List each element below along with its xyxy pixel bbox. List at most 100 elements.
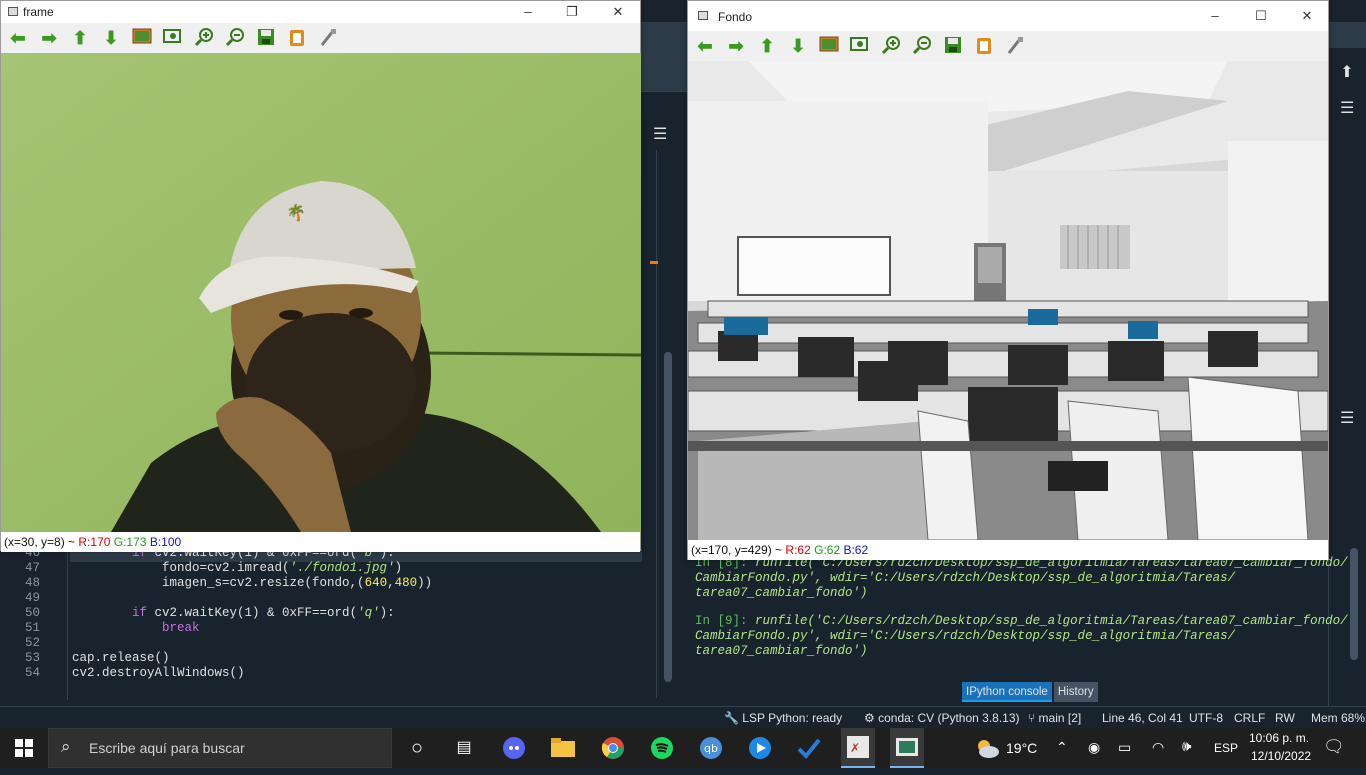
task-view-icon[interactable]: ○ <box>400 728 434 768</box>
svg-text:✗: ✗ <box>850 741 860 755</box>
console-line: CambiarFondo.py', wdir='C:/Users/rdzch/D… <box>695 629 1236 643</box>
line-number: 53 <box>24 651 40 665</box>
save-icon[interactable] <box>255 27 277 49</box>
chevron-up-icon[interactable]: ⌃ <box>1056 739 1068 756</box>
window-icon <box>8 7 18 16</box>
line-number: 51 <box>24 621 40 635</box>
code-editor[interactable]: 46 if cv2.waitKey(1) & 0xFF==ord('b'): 47… <box>0 546 644 700</box>
warning-marker <box>650 261 658 264</box>
copy-icon[interactable] <box>973 35 995 57</box>
clock-date[interactable]: 12/10/2022 <box>1251 749 1311 763</box>
volume-icon[interactable]: 🕪 <box>1182 738 1191 755</box>
tab-ipython-console[interactable]: IPython console <box>962 682 1052 702</box>
discord-icon[interactable] <box>497 728 531 768</box>
code-line[interactable]: if cv2.waitKey(1) & 0xFF==ord('q'): <box>72 606 395 621</box>
notification-icon[interactable]: 🗨 <box>1323 737 1345 757</box>
opencv-window-taskbar-icon[interactable] <box>890 728 924 768</box>
fondo-titlebar[interactable]: Fondo – ☐ ✕ <box>688 1 1328 31</box>
code-line[interactable]: cap.release() <box>72 651 170 666</box>
todo-icon[interactable] <box>792 728 826 768</box>
svg-text:qb: qb <box>704 742 718 755</box>
zoom-in-icon[interactable] <box>880 35 902 57</box>
weather-temp[interactable]: 19°C <box>1006 740 1037 756</box>
properties-icon[interactable] <box>1004 35 1026 57</box>
zoom-fit-icon[interactable] <box>849 35 871 57</box>
fondo-status-bar: (x=170, y=429) ~ R:62 G:62 B:62 <box>688 540 1328 560</box>
frame-titlebar[interactable]: frame – ❐ ✕ <box>1 1 640 23</box>
clock-time[interactable]: 10:06 p. m. <box>1249 731 1309 745</box>
zoom-fit-icon[interactable] <box>162 27 184 49</box>
copy-icon[interactable] <box>286 27 308 49</box>
properties-icon[interactable] <box>317 27 339 49</box>
save-icon[interactable] <box>942 35 964 57</box>
battery-icon[interactable]: ▭ <box>1118 739 1131 756</box>
editor-scroll-thumb[interactable] <box>664 352 672 682</box>
search-icon: ⌕ <box>61 737 71 756</box>
windows-taskbar: ⌕ Escribe aquí para buscar ○ ▤ qb ✗ 19°C… <box>0 728 1366 768</box>
fondo-toolbar: ⬅ ➡ ⬆ ⬇ <box>688 31 1328 61</box>
console-scroll-thumb[interactable] <box>1350 548 1358 660</box>
arrow-left-icon[interactable]: ⬅ <box>7 27 29 49</box>
language-indicator[interactable]: ESP <box>1214 741 1238 755</box>
console-menu-icon[interactable]: ☰ <box>1340 408 1354 428</box>
maximize-button[interactable]: ☐ <box>1238 5 1284 27</box>
image-icon[interactable] <box>818 35 840 57</box>
arrow-down-icon[interactable]: ⬇ <box>100 27 122 49</box>
search-placeholder: Escribe aquí para buscar <box>89 740 245 756</box>
ide-statusbar: 🔧 LSP Python: ready ⚙ conda: CV (Python … <box>0 706 1366 728</box>
console-line: CambiarFondo.py', wdir='C:/Users/rdzch/D… <box>695 571 1236 585</box>
arrow-right-icon[interactable]: ➡ <box>38 27 60 49</box>
wifi-icon[interactable]: ◠ <box>1152 739 1164 756</box>
lsp-status: 🔧 LSP Python: ready <box>724 711 843 725</box>
webcam-tray-icon[interactable]: ◉ <box>1088 739 1100 756</box>
code-line[interactable]: break <box>72 621 200 636</box>
line-number: 52 <box>24 636 40 650</box>
code-line[interactable]: imagen_s=cv2.resize(fondo,(640,480)) <box>72 576 432 591</box>
editor-menu-icon[interactable]: ☰ <box>653 124 667 144</box>
media-player-icon[interactable] <box>743 728 777 768</box>
arrow-up-icon[interactable]: ⬆ <box>756 35 778 57</box>
line-number: 50 <box>24 606 40 620</box>
arrow-right-icon[interactable]: ➡ <box>725 35 747 57</box>
zoom-in-icon[interactable] <box>193 27 215 49</box>
upload-icon[interactable]: ⬆ <box>1332 60 1362 86</box>
image-icon[interactable] <box>131 27 153 49</box>
console-line: In [9]: runfile('C:/Users/rdzch/Desktop/… <box>695 614 1348 628</box>
line-number: 49 <box>24 591 40 605</box>
git-branch: ⑂ main [2] <box>1028 711 1082 725</box>
spyder-taskbar-icon[interactable]: ✗ <box>841 728 875 768</box>
start-button[interactable] <box>0 728 48 768</box>
close-button[interactable]: ✕ <box>595 1 641 23</box>
close-button[interactable]: ✕ <box>1284 5 1330 27</box>
pane-menu-icon[interactable]: ☰ <box>1340 98 1354 118</box>
window-icon <box>698 11 708 20</box>
console-line: tarea07_cambiar_fondo') <box>695 644 868 658</box>
arrow-up-icon[interactable]: ⬆ <box>69 27 91 49</box>
arrow-left-icon[interactable]: ⬅ <box>694 35 716 57</box>
chrome-icon[interactable] <box>596 728 630 768</box>
qbittorrent-icon[interactable]: qb <box>694 728 728 768</box>
taskbar-search[interactable]: ⌕ Escribe aquí para buscar <box>48 728 392 768</box>
tab-history[interactable]: History <box>1053 682 1098 702</box>
weather-icon[interactable] <box>972 728 1002 768</box>
memory-usage: Mem 68% <box>1311 711 1366 725</box>
line-number: 48 <box>24 576 40 590</box>
file-explorer-icon[interactable] <box>546 728 580 768</box>
fondo-window: Fondo – ☐ ✕ ⬅ ➡ ⬆ ⬇ (x=170, y=429) ~ R:6… <box>687 0 1329 560</box>
frame-status-bar: (x=30, y=8) ~ R:170 G:173 B:100 <box>1 532 640 552</box>
minimize-button[interactable]: – <box>505 1 551 23</box>
code-line[interactable]: cv2.destroyAllWindows() <box>72 666 245 681</box>
ipython-console[interactable]: In [8]: runfile('C:/Users/rdzch/Desktop/… <box>688 556 1348 680</box>
arrow-down-icon[interactable]: ⬇ <box>787 35 809 57</box>
code-line[interactable]: fondo=cv2.imread('./fondo1.jpg') <box>72 561 402 576</box>
svg-text:🌴: 🌴 <box>286 203 306 222</box>
zoom-out-icon[interactable] <box>224 27 246 49</box>
webcam-frame-image: 🌴 <box>1 53 641 532</box>
spotify-icon[interactable] <box>645 728 679 768</box>
zoom-out-icon[interactable] <box>911 35 933 57</box>
console-tabs: IPython console History <box>962 682 1098 702</box>
minimize-button[interactable]: – <box>1192 5 1238 27</box>
line-number: 54 <box>24 666 40 680</box>
maximize-button[interactable]: ❐ <box>549 1 595 23</box>
widgets-icon[interactable]: ▤ <box>447 728 481 768</box>
